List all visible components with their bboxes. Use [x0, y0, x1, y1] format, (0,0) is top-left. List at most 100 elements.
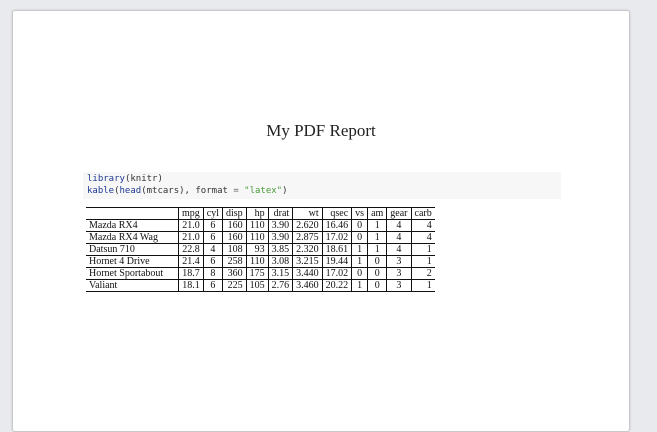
table-cell: 3.90: [267, 219, 293, 232]
code-operator: =: [227, 185, 245, 196]
table-cell: 160: [222, 219, 247, 232]
table-cell: 3.90: [267, 231, 293, 244]
table-header-cell: vs: [351, 207, 368, 220]
table-row: Valiant 18.1 6 225 105 2.76 3.460 20.22 1 0 3 1: [86, 279, 435, 292]
table-header-cell: am: [367, 207, 387, 220]
table-cell: 108: [222, 243, 247, 256]
table-header-cell: cyl: [202, 207, 223, 220]
table-cell: 22.8: [178, 243, 204, 256]
table-cell: 1: [367, 219, 387, 232]
table-cell: 0: [351, 231, 368, 244]
table-cell: 0: [351, 219, 368, 232]
table-cell: 16.46: [321, 219, 352, 232]
row-label-cell: Datsun 710: [86, 243, 179, 256]
table-header-cell: qsec: [321, 207, 352, 220]
table-cell: 17.02: [321, 231, 352, 244]
table-cell: 1: [410, 255, 435, 268]
table-cell: 1: [351, 243, 368, 256]
mtcars-table: mpg cyl disp hp drat wt qsec vs am gear carb Mazda…: [86, 207, 435, 292]
row-label-cell: Mazda RX4 Wag: [86, 231, 179, 244]
table-cell: 258: [222, 255, 247, 268]
code-string: "latex": [244, 185, 283, 196]
table-cell: 93: [245, 243, 269, 256]
table-cell: 3.15: [267, 267, 293, 280]
table-cell: 8: [202, 267, 223, 280]
table-cell: 1: [410, 279, 435, 292]
document-title: My PDF Report: [266, 121, 376, 140]
code-fn-library: library: [87, 174, 125, 184]
table-cell: 4: [386, 243, 412, 256]
table-cell: 18.1: [178, 279, 204, 292]
code-paren-close: ): [282, 185, 288, 196]
table-cell: 110: [245, 219, 269, 232]
table-cell: 18.61: [321, 243, 352, 256]
row-label-cell: Mazda RX4: [86, 219, 179, 232]
table-cell: 2: [410, 267, 435, 280]
table-cell: 19.44: [321, 255, 352, 268]
table-row: Hornet 4 Drive 21.4 6 258 110 3.08 3.215 19.44 1…: [86, 255, 435, 268]
table-body: Mazda RX4 21.0 6 160 110 3.90 2.620 16.46 0 1 4 4 Ma…: [86, 219, 435, 292]
table-cell: 2.620: [292, 219, 323, 232]
table-cell: 21.0: [178, 231, 204, 244]
table-cell: 160: [222, 231, 247, 244]
table-header-cell: mpg: [178, 207, 204, 220]
table-cell: 3.85: [267, 243, 293, 256]
table-row: Mazda RX4 21.0 6 160 110 3.90 2.620 16.46 0 1 4 4: [86, 219, 435, 232]
code-chunk: library(knitr) kable(head(mtcars), forma…: [83, 172, 561, 199]
table-cell: 6: [202, 219, 223, 232]
table-cell: 360: [222, 267, 247, 280]
table-cell: 3: [386, 267, 412, 280]
table-cell: 4: [386, 231, 412, 244]
table-cell: 4: [410, 231, 435, 244]
table-cell: 4: [386, 219, 412, 232]
table-cell: 4: [202, 243, 223, 256]
table-cell: 110: [245, 255, 269, 268]
table-cell: 2.76: [267, 279, 293, 292]
table-cell: 0: [367, 255, 387, 268]
code-fn-head: head: [119, 185, 142, 196]
table-cell: 175: [245, 267, 269, 280]
table-cell: 2.875: [292, 231, 323, 244]
table-header-cell: [86, 207, 179, 220]
table-cell: 21.0: [178, 219, 204, 232]
code-keyword: format: [195, 185, 228, 196]
code-line-1: library(knitr): [87, 174, 557, 186]
table-row: Mazda RX4 Wag 21.0 6 160 110 3.90 2.875 17.02 0 1…: [86, 231, 435, 244]
code-args: (mtcars),: [141, 185, 196, 196]
table-header-cell: carb: [410, 207, 435, 220]
code-arg: (knitr): [124, 174, 163, 184]
row-label-cell: Valiant: [86, 279, 179, 292]
table-cell: 0: [351, 267, 368, 280]
table-cell: 4: [410, 219, 435, 232]
table-cell: 6: [202, 231, 223, 244]
table-header-row: mpg cyl disp hp drat wt qsec vs am gear carb: [86, 207, 435, 220]
table-cell: 6: [202, 255, 223, 268]
table-cell: 3.460: [292, 279, 323, 292]
pdf-page: My PDF Report library(knitr) kable(head(…: [12, 10, 630, 432]
table-cell: 225: [222, 279, 247, 292]
table-cell: 1: [410, 243, 435, 256]
row-label-cell: Hornet Sportabout: [86, 267, 179, 280]
code-fn-kable: kable: [87, 185, 115, 196]
table-cell: 2.320: [292, 243, 323, 256]
table-cell: 1: [351, 255, 368, 268]
table-cell: 3.440: [292, 267, 323, 280]
table-header-cell: wt: [292, 207, 323, 220]
table-cell: 105: [245, 279, 269, 292]
table-cell: 0: [367, 279, 387, 292]
table-row: Datsun 710 22.8 4 108 93 3.85 2.320 18.61 1 1 4 1: [86, 243, 435, 256]
table-cell: 0: [367, 267, 387, 280]
table-header-cell: drat: [267, 207, 293, 220]
table-cell: 1: [367, 243, 387, 256]
table-cell: 3.08: [267, 255, 293, 268]
table-cell: 3: [386, 279, 412, 292]
table-cell: 20.22: [321, 279, 352, 292]
table-header-cell: gear: [386, 207, 412, 220]
table-cell: 18.7: [178, 267, 204, 280]
table-header-cell: disp: [222, 207, 247, 220]
table-cell: 6: [202, 279, 223, 292]
table-cell: 3.215: [292, 255, 323, 268]
table-cell: 21.4: [178, 255, 204, 268]
table-row: Hornet Sportabout 18.7 8 360 175 3.15 3.440 17.…: [86, 267, 435, 280]
table-header-cell: hp: [245, 207, 269, 220]
